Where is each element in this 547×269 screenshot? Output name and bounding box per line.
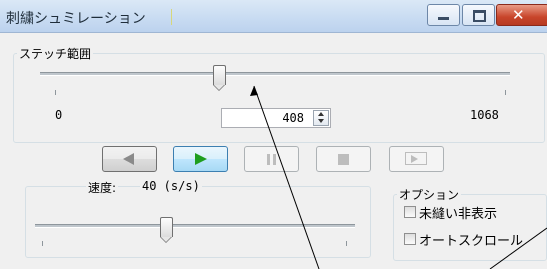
- play-icon: [195, 153, 207, 165]
- stitch-range-group: [13, 53, 545, 143]
- stop-button[interactable]: [316, 146, 371, 172]
- minimize-button[interactable]: [427, 4, 460, 26]
- speed-tick-start: [42, 241, 43, 246]
- options-label: オプション: [397, 186, 462, 203]
- stitch-number-input[interactable]: 408: [221, 108, 331, 128]
- close-icon: ✕: [512, 6, 525, 24]
- simulation-window: 刺繍シュミレーション ✕ ステッチ範囲 0 1068 408 速度: 40 (s…: [0, 0, 547, 269]
- stitch-number-spinner[interactable]: [313, 110, 329, 126]
- stitch-range-label: ステッチ範囲: [17, 45, 94, 62]
- speed-value: 40 (s/s): [140, 179, 202, 193]
- stitch-range-max: 1068: [470, 108, 499, 122]
- slider-tick-start: [55, 90, 56, 95]
- pause-button[interactable]: [244, 146, 299, 172]
- hide-unsewn-label[interactable]: 未縫い非表示: [419, 203, 497, 222]
- play-button[interactable]: [173, 146, 228, 172]
- speed-slider-thumb[interactable]: [160, 217, 173, 243]
- speed-group: [25, 186, 371, 258]
- title-bar[interactable]: 刺繍シュミレーション ✕: [0, 0, 547, 33]
- maximize-icon: [473, 10, 486, 22]
- maximize-button[interactable]: [462, 4, 495, 26]
- stitch-range-slider-thumb[interactable]: [213, 65, 226, 91]
- close-button[interactable]: ✕: [496, 4, 547, 26]
- pause-icon-bar: [273, 154, 276, 165]
- stop-icon: [338, 154, 349, 165]
- hide-unsewn-checkbox[interactable]: [404, 206, 416, 218]
- auto-scroll-label[interactable]: オートスクロール: [419, 230, 523, 249]
- title-caret: [171, 9, 172, 25]
- triangle-left-icon: [123, 153, 134, 165]
- spin-down-icon[interactable]: [318, 119, 324, 123]
- export-arrow-icon: [411, 155, 418, 163]
- stitch-range-slider-track[interactable]: [40, 72, 510, 76]
- pause-icon: [267, 154, 270, 165]
- speed-tick-end: [346, 241, 347, 246]
- stitch-number-value: 408: [282, 111, 304, 125]
- stitch-range-min: 0: [55, 108, 63, 122]
- export-button[interactable]: [389, 146, 444, 172]
- speed-slider-track[interactable]: [35, 224, 355, 228]
- minimize-icon: [438, 17, 449, 20]
- previous-button[interactable]: [102, 146, 157, 172]
- speed-label: 速度:: [86, 179, 119, 196]
- auto-scroll-checkbox[interactable]: [404, 233, 416, 245]
- slider-tick-end: [505, 90, 506, 95]
- window-title: 刺繍シュミレーション: [6, 11, 146, 27]
- spin-up-icon[interactable]: [318, 112, 324, 116]
